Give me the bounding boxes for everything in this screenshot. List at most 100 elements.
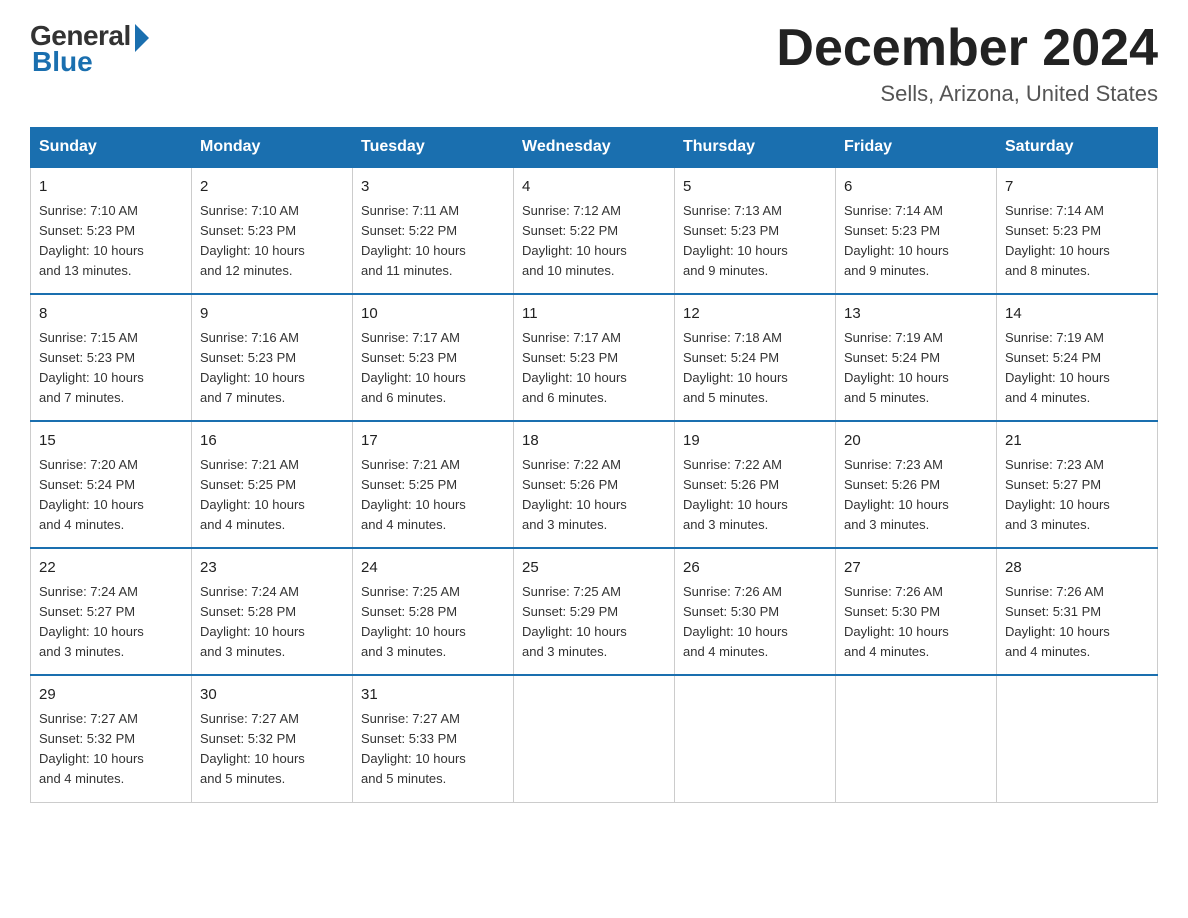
calendar-cell: 19Sunrise: 7:22 AMSunset: 5:26 PMDayligh… <box>675 421 836 548</box>
day-info: Sunrise: 7:19 AMSunset: 5:24 PMDaylight:… <box>844 328 988 409</box>
day-number: 20 <box>844 430 988 453</box>
day-number: 9 <box>200 303 344 326</box>
day-number: 21 <box>1005 430 1149 453</box>
calendar-cell <box>836 675 997 802</box>
day-info: Sunrise: 7:25 AMSunset: 5:29 PMDaylight:… <box>522 582 666 663</box>
calendar-cell: 30Sunrise: 7:27 AMSunset: 5:32 PMDayligh… <box>192 675 353 802</box>
calendar-cell: 7Sunrise: 7:14 AMSunset: 5:23 PMDaylight… <box>997 167 1158 294</box>
calendar-cell: 8Sunrise: 7:15 AMSunset: 5:23 PMDaylight… <box>31 294 192 421</box>
logo-arrow-icon <box>135 24 149 52</box>
calendar-cell: 27Sunrise: 7:26 AMSunset: 5:30 PMDayligh… <box>836 548 997 675</box>
day-info: Sunrise: 7:21 AMSunset: 5:25 PMDaylight:… <box>361 455 505 536</box>
day-info: Sunrise: 7:25 AMSunset: 5:28 PMDaylight:… <box>361 582 505 663</box>
day-info: Sunrise: 7:16 AMSunset: 5:23 PMDaylight:… <box>200 328 344 409</box>
day-info: Sunrise: 7:20 AMSunset: 5:24 PMDaylight:… <box>39 455 183 536</box>
day-number: 24 <box>361 557 505 580</box>
day-number: 16 <box>200 430 344 453</box>
day-info: Sunrise: 7:10 AMSunset: 5:23 PMDaylight:… <box>39 201 183 282</box>
day-number: 6 <box>844 176 988 199</box>
day-info: Sunrise: 7:11 AMSunset: 5:22 PMDaylight:… <box>361 201 505 282</box>
day-info: Sunrise: 7:15 AMSunset: 5:23 PMDaylight:… <box>39 328 183 409</box>
day-info: Sunrise: 7:24 AMSunset: 5:28 PMDaylight:… <box>200 582 344 663</box>
calendar-header-row: SundayMondayTuesdayWednesdayThursdayFrid… <box>31 128 1158 168</box>
calendar-cell: 11Sunrise: 7:17 AMSunset: 5:23 PMDayligh… <box>514 294 675 421</box>
day-number: 22 <box>39 557 183 580</box>
calendar-cell: 28Sunrise: 7:26 AMSunset: 5:31 PMDayligh… <box>997 548 1158 675</box>
calendar-header-friday: Friday <box>836 128 997 168</box>
day-number: 18 <box>522 430 666 453</box>
calendar-header-thursday: Thursday <box>675 128 836 168</box>
calendar-cell: 5Sunrise: 7:13 AMSunset: 5:23 PMDaylight… <box>675 167 836 294</box>
calendar-cell: 25Sunrise: 7:25 AMSunset: 5:29 PMDayligh… <box>514 548 675 675</box>
title-block: December 2024 Sells, Arizona, United Sta… <box>776 20 1158 107</box>
month-title: December 2024 <box>776 20 1158 77</box>
day-info: Sunrise: 7:14 AMSunset: 5:23 PMDaylight:… <box>1005 201 1149 282</box>
calendar-cell: 15Sunrise: 7:20 AMSunset: 5:24 PMDayligh… <box>31 421 192 548</box>
day-info: Sunrise: 7:26 AMSunset: 5:30 PMDaylight:… <box>844 582 988 663</box>
calendar-cell <box>675 675 836 802</box>
day-number: 28 <box>1005 557 1149 580</box>
logo-blue-text: Blue <box>32 46 93 78</box>
calendar-cell <box>514 675 675 802</box>
calendar-header-tuesday: Tuesday <box>353 128 514 168</box>
calendar-cell: 1Sunrise: 7:10 AMSunset: 5:23 PMDaylight… <box>31 167 192 294</box>
calendar-cell: 24Sunrise: 7:25 AMSunset: 5:28 PMDayligh… <box>353 548 514 675</box>
day-number: 23 <box>200 557 344 580</box>
calendar-cell: 13Sunrise: 7:19 AMSunset: 5:24 PMDayligh… <box>836 294 997 421</box>
day-number: 19 <box>683 430 827 453</box>
day-number: 31 <box>361 684 505 707</box>
day-number: 2 <box>200 176 344 199</box>
calendar-cell: 21Sunrise: 7:23 AMSunset: 5:27 PMDayligh… <box>997 421 1158 548</box>
calendar-week-3: 15Sunrise: 7:20 AMSunset: 5:24 PMDayligh… <box>31 421 1158 548</box>
day-info: Sunrise: 7:27 AMSunset: 5:33 PMDaylight:… <box>361 709 505 790</box>
day-info: Sunrise: 7:19 AMSunset: 5:24 PMDaylight:… <box>1005 328 1149 409</box>
calendar-cell: 18Sunrise: 7:22 AMSunset: 5:26 PMDayligh… <box>514 421 675 548</box>
calendar-cell: 14Sunrise: 7:19 AMSunset: 5:24 PMDayligh… <box>997 294 1158 421</box>
day-info: Sunrise: 7:17 AMSunset: 5:23 PMDaylight:… <box>522 328 666 409</box>
day-info: Sunrise: 7:27 AMSunset: 5:32 PMDaylight:… <box>200 709 344 790</box>
day-info: Sunrise: 7:23 AMSunset: 5:27 PMDaylight:… <box>1005 455 1149 536</box>
calendar-week-2: 8Sunrise: 7:15 AMSunset: 5:23 PMDaylight… <box>31 294 1158 421</box>
day-number: 17 <box>361 430 505 453</box>
page-header: General Blue December 2024 Sells, Arizon… <box>30 20 1158 107</box>
day-info: Sunrise: 7:12 AMSunset: 5:22 PMDaylight:… <box>522 201 666 282</box>
location-subtitle: Sells, Arizona, United States <box>776 81 1158 107</box>
day-number: 26 <box>683 557 827 580</box>
day-number: 8 <box>39 303 183 326</box>
calendar-week-4: 22Sunrise: 7:24 AMSunset: 5:27 PMDayligh… <box>31 548 1158 675</box>
calendar-cell: 22Sunrise: 7:24 AMSunset: 5:27 PMDayligh… <box>31 548 192 675</box>
calendar-cell: 17Sunrise: 7:21 AMSunset: 5:25 PMDayligh… <box>353 421 514 548</box>
calendar-cell: 31Sunrise: 7:27 AMSunset: 5:33 PMDayligh… <box>353 675 514 802</box>
calendar-cell: 10Sunrise: 7:17 AMSunset: 5:23 PMDayligh… <box>353 294 514 421</box>
day-info: Sunrise: 7:21 AMSunset: 5:25 PMDaylight:… <box>200 455 344 536</box>
calendar-cell: 23Sunrise: 7:24 AMSunset: 5:28 PMDayligh… <box>192 548 353 675</box>
day-number: 1 <box>39 176 183 199</box>
calendar-cell: 29Sunrise: 7:27 AMSunset: 5:32 PMDayligh… <box>31 675 192 802</box>
day-info: Sunrise: 7:18 AMSunset: 5:24 PMDaylight:… <box>683 328 827 409</box>
day-number: 29 <box>39 684 183 707</box>
calendar-header-monday: Monday <box>192 128 353 168</box>
day-number: 11 <box>522 303 666 326</box>
day-number: 10 <box>361 303 505 326</box>
calendar-week-1: 1Sunrise: 7:10 AMSunset: 5:23 PMDaylight… <box>31 167 1158 294</box>
day-info: Sunrise: 7:22 AMSunset: 5:26 PMDaylight:… <box>522 455 666 536</box>
calendar-header-sunday: Sunday <box>31 128 192 168</box>
day-number: 30 <box>200 684 344 707</box>
day-number: 3 <box>361 176 505 199</box>
day-number: 13 <box>844 303 988 326</box>
calendar-cell: 2Sunrise: 7:10 AMSunset: 5:23 PMDaylight… <box>192 167 353 294</box>
day-number: 7 <box>1005 176 1149 199</box>
calendar-header-wednesday: Wednesday <box>514 128 675 168</box>
day-number: 27 <box>844 557 988 580</box>
logo: General Blue <box>30 20 149 78</box>
calendar-header-saturday: Saturday <box>997 128 1158 168</box>
calendar-cell <box>997 675 1158 802</box>
calendar-cell: 16Sunrise: 7:21 AMSunset: 5:25 PMDayligh… <box>192 421 353 548</box>
day-number: 14 <box>1005 303 1149 326</box>
day-number: 25 <box>522 557 666 580</box>
calendar-cell: 4Sunrise: 7:12 AMSunset: 5:22 PMDaylight… <box>514 167 675 294</box>
day-info: Sunrise: 7:24 AMSunset: 5:27 PMDaylight:… <box>39 582 183 663</box>
day-number: 4 <box>522 176 666 199</box>
day-info: Sunrise: 7:26 AMSunset: 5:30 PMDaylight:… <box>683 582 827 663</box>
calendar-cell: 20Sunrise: 7:23 AMSunset: 5:26 PMDayligh… <box>836 421 997 548</box>
